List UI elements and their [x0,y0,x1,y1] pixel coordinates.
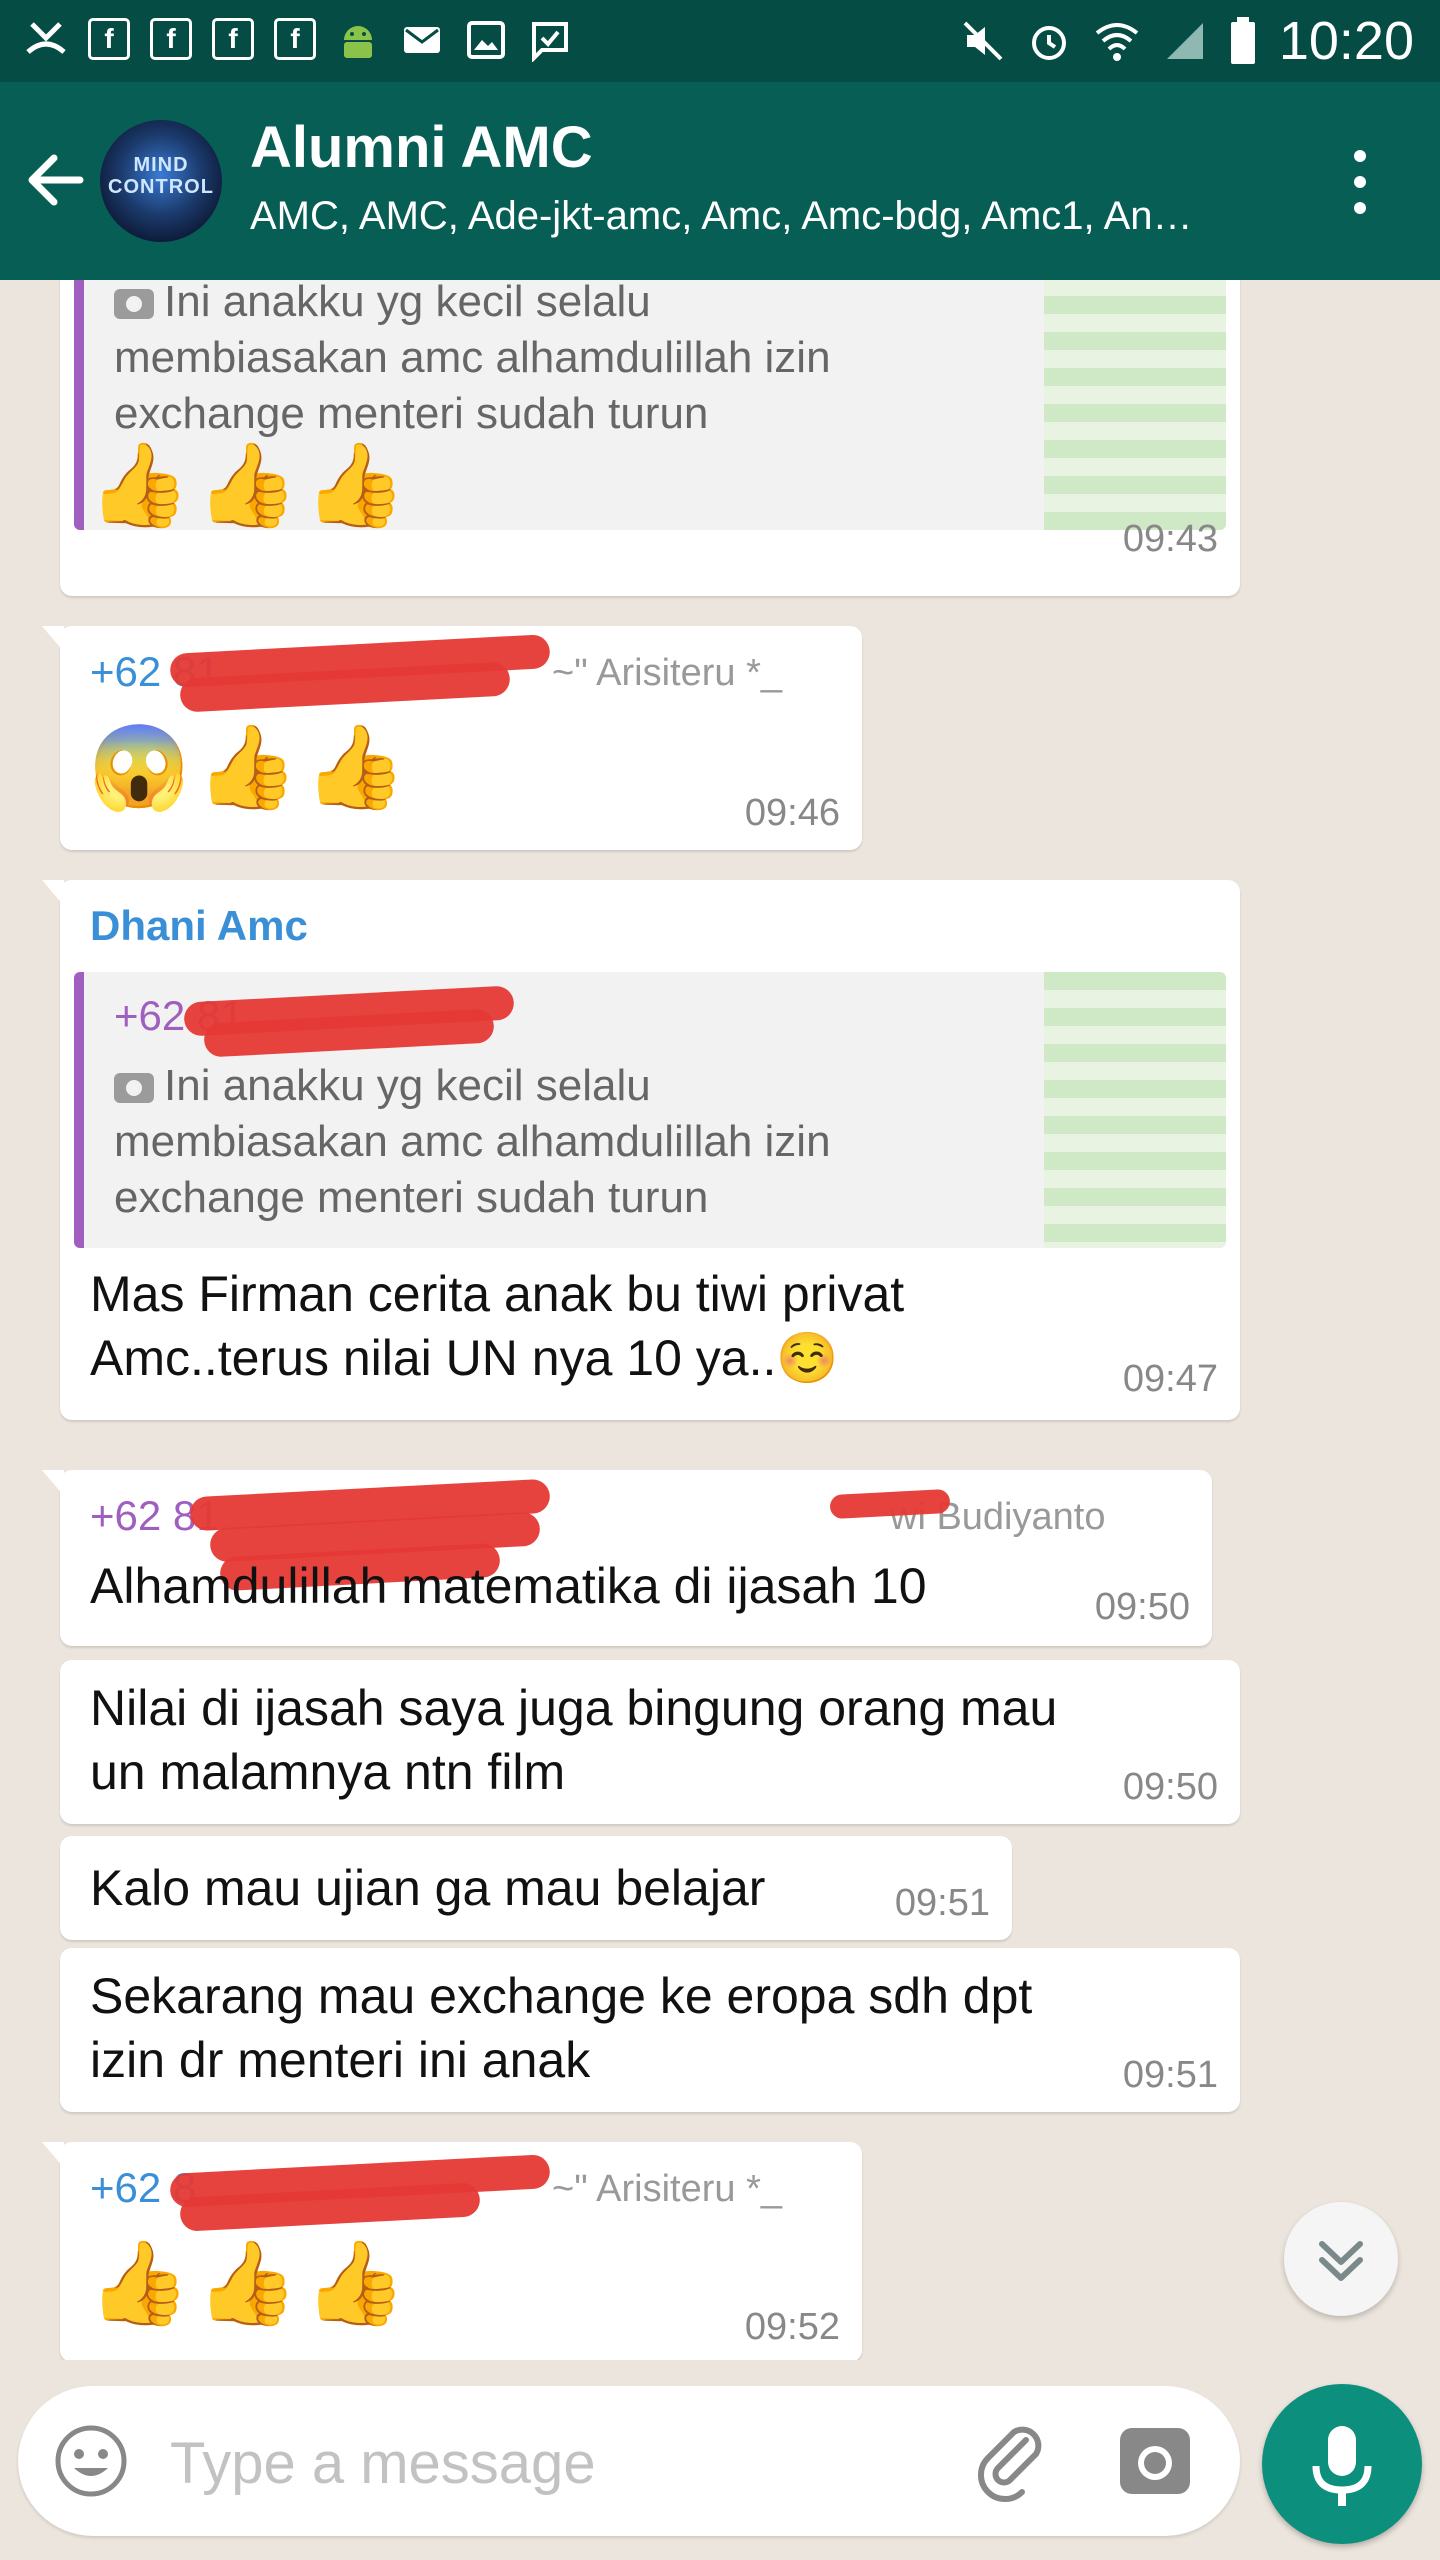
quote-text-line-1: Ini anakku yg kecil selalu [164,1061,651,1110]
facebook-icon: f [212,18,254,60]
message-time: 09:43 [1122,518,1218,560]
message-input[interactable] [168,2422,952,2504]
group-avatar[interactable]: MIND CONTROL [100,120,222,242]
message-bubble[interactable]: Sekarang mau exchange ke eropa sdh dpt i… [60,1948,1240,2112]
quote-thumbnail [1044,972,1226,1248]
quote-text: Ini anakku yg kecil selalu [114,280,651,330]
notification-icons: f f f f [24,18,572,62]
camera-icon [114,289,154,320]
message-text-line-2: Amc..terus nilai UN nya 10 ya..☺️ [90,1330,839,1386]
group-title[interactable]: Alumni AMC [250,114,593,181]
missed-call-icon [26,22,66,54]
message-text-line-1: Kalo mau ujian ga mau belajar [90,1860,766,1916]
message-bubble[interactable]: +62 8 ~" Arisiteru *_ 👍👍👍 09:52 [42,2142,862,2360]
microphone-icon [1312,2426,1372,2506]
bubble-tail [42,1470,64,1496]
quote-accent-bar [74,972,84,1248]
group-members[interactable]: AMC, AMC, Ade-jkt-amc, Amc, Amc-bdg, Amc… [250,194,1310,239]
quoted-message[interactable]: +62 81 Ini anakku yg kecil selalu membia… [74,972,1226,1248]
alarm-icon [1031,26,1066,60]
mute-icon [963,21,1003,61]
message-bubble[interactable]: +62 81 ~" Arisiteru *_ 😱👍👍 09:46 [42,626,862,850]
bubble-tail [42,880,64,906]
message-emoji: 👍👍👍 [88,2238,413,2329]
message-text-line-1: Mas Firman cerita anak bu tiwi privat [90,1266,905,1322]
email-icon [404,27,440,53]
attach-icon[interactable] [968,2416,1056,2504]
emoji-icon[interactable] [52,2422,130,2500]
message-text-line-1: Sekarang mau exchange ke eropa sdh dpt [90,1968,1033,2024]
message-bubble[interactable]: Nilai di ijasah saya juga bingung orang … [60,1660,1240,1824]
avatar-text-line-2: CONTROL [108,176,214,198]
avatar-text: MIND CONTROL [100,154,222,198]
scroll-to-bottom-button[interactable] [1284,2202,1398,2316]
battery-icon [1230,17,1255,64]
facebook-icon: f [150,18,192,60]
status-time: 10:20 [1278,11,1414,71]
message-input-bar [18,2386,1240,2536]
message-text-line-1: Alhamdulillah matematika di ijasah 10 [90,1558,927,1614]
wifi-icon [1095,23,1139,61]
message-time: 09:52 [744,2306,840,2348]
bubble-tail [42,2142,64,2168]
camera-icon[interactable] [1118,2426,1192,2496]
message-text-line-2: un malamnya ntn film [90,1744,566,1800]
back-arrow-icon[interactable] [20,144,92,216]
message-time: 09:46 [744,792,840,834]
message-sender: Dhani Amc [90,902,308,949]
system-icons: 10:20 [961,6,1414,76]
message-emoji: 😱👍👍 [88,722,413,813]
sms-icon [532,22,568,62]
message-text-line-2: izin dr menteri ini anak [90,2032,591,2088]
message-bubble[interactable]: +62 81 wi Budiyanto Alhamdulillah matema… [42,1470,1212,1646]
voice-record-button[interactable] [1262,2384,1422,2544]
message-bubble[interactable]: Kalo mau ujian ga mau belajar 09:51 [60,1836,1012,1940]
status-bar: f f f f 10:20 [0,0,1440,82]
message-time: 09:51 [1122,2054,1218,2096]
message-bubble[interactable]: Dhani Amc +62 81 Ini anakku yg kecil sel… [42,880,1240,1420]
chat-area[interactable]: Ini anakku yg kecil selalu membiasakan a… [0,280,1440,2360]
message-time: 09:47 [1122,1358,1218,1400]
quote-thumbnail [1044,280,1226,530]
quote-text-line-2: membiasakan amc alhamdulillah izin [114,1117,831,1166]
camera-icon [114,1073,154,1104]
sender-alias: ~" Arisiteru *_ [552,652,782,694]
double-chevron-down-icon [1319,2241,1363,2281]
signal-icon [1166,23,1203,59]
message-time: 09:51 [894,1882,990,1924]
android-update-icon [344,26,372,58]
bubble-tail [42,626,64,652]
avatar-text-line-1: MIND [133,154,189,176]
chat-header: MIND CONTROL Alumni AMC AMC, AMC, Ade-jk… [0,82,1440,280]
message-emoji: 👍👍👍 [88,440,413,531]
message-text-line-1: Nilai di ijasah saya juga bingung orang … [90,1680,1058,1736]
facebook-icon: f [88,18,130,60]
quote-text-line-1: Ini anakku yg kecil selalu [164,280,651,326]
more-options-icon[interactable] [1340,142,1380,222]
quote-text-line-2: membiasakan amc alhamdulillah izin [114,333,831,382]
message-bubble[interactable]: Ini anakku yg kecil selalu membiasakan a… [60,280,1240,596]
image-icon [467,21,505,59]
sender-alias: ~" Arisiteru *_ [552,2168,782,2210]
quote-text-line-3: exchange menteri sudah turun [114,1173,709,1222]
quote-text: Ini anakku yg kecil selalu [114,1058,651,1114]
message-time: 09:50 [1094,1586,1190,1628]
quote-text-line-3: exchange menteri sudah turun [114,389,709,438]
message-time: 09:50 [1122,1766,1218,1808]
quote-accent-bar [74,280,84,530]
facebook-icon: f [274,18,316,60]
